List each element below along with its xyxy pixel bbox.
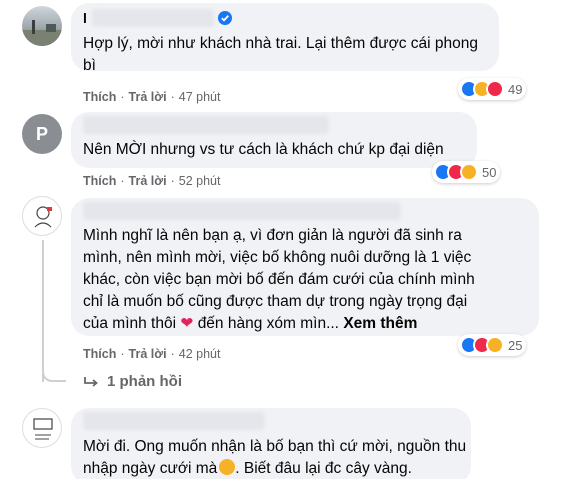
reaction-count: 25 — [508, 337, 523, 353]
commenter-name-redacted — [92, 9, 214, 27]
like-button[interactable]: Thích — [83, 174, 116, 188]
comment-actions: Thích · Trả lời · 42 phút — [83, 347, 220, 361]
comment-actions: Thích · Trả lời · 52 phút — [83, 174, 220, 188]
reply-button[interactable]: Trả lời — [129, 174, 167, 188]
commenter-name-initial[interactable]: l — [83, 7, 87, 29]
care-icon — [460, 163, 478, 181]
reply-button[interactable]: Trả lời — [129, 347, 167, 361]
thread-branch — [42, 368, 66, 382]
timestamp[interactable]: 47 phút — [179, 90, 221, 104]
like-button[interactable]: Thích — [83, 347, 116, 361]
avatar[interactable] — [22, 196, 62, 236]
separator: · — [170, 90, 175, 104]
love-icon — [486, 80, 504, 98]
see-more-link[interactable]: Xem thêm — [343, 315, 417, 332]
comment-text-line: chỉ là muốn bố cũng được tham dự trong n… — [83, 293, 468, 310]
separator: · — [170, 347, 175, 361]
replies-count-label: 1 phản hồi — [107, 373, 182, 390]
avatar[interactable] — [22, 6, 62, 46]
avatar-sketch-icon — [34, 206, 52, 228]
thread-line — [42, 240, 44, 382]
timestamp[interactable]: 52 phút — [179, 174, 221, 188]
avatar-photo-icon — [22, 20, 62, 46]
commenter-name-redacted — [83, 202, 401, 220]
reaction-summary[interactable]: 50 — [432, 161, 501, 183]
comment-text-segment: đến hàng xóm mìn... — [197, 315, 339, 332]
comment-text-last-line: của mình thôi ❤ đến hàng xóm mìn... Xem … — [83, 313, 417, 335]
comment-text-line: Nên MỜI nhưng vs tư cách là khách chứ kp… — [83, 141, 444, 158]
timestamp[interactable]: 42 phút — [179, 347, 221, 361]
avatar[interactable]: P — [22, 114, 62, 154]
comment-text-line: khác, còn việc bạn mời bố đến đám cưới c… — [83, 271, 475, 288]
reaction-summary[interactable]: 25 — [458, 334, 527, 356]
heart-emoji-icon: ❤ — [180, 315, 194, 332]
comment-text-last-line: nhập ngày cưới mà . Biết đâu lại đc cây v… — [83, 458, 412, 479]
care-icon — [486, 336, 504, 354]
comment-text-segment: của mình thôi — [83, 315, 177, 332]
reaction-count: 50 — [482, 164, 497, 180]
commenter-name-redacted — [83, 116, 329, 134]
separator: · — [120, 174, 125, 188]
like-button[interactable]: Thích — [83, 90, 116, 104]
reply-button[interactable]: Trả lời — [129, 90, 167, 104]
sad-emoji-icon — [219, 459, 236, 475]
commenter-name-redacted — [83, 412, 265, 430]
avatar-sketch-icon — [33, 418, 53, 440]
separator: · — [120, 347, 125, 361]
comment-text-line: Hợp lý, mời như khách nhà trai. Lại thêm… — [83, 35, 479, 52]
separator: · — [120, 90, 125, 104]
reply-arrow-icon — [84, 376, 98, 387]
reaction-summary[interactable]: 49 — [458, 78, 527, 100]
view-replies-button[interactable]: 1 phản hồi — [83, 373, 182, 390]
reaction-count: 49 — [508, 81, 523, 97]
comment-text-line: Mời đi. Ong muốn nhận là bố bạn thì cứ m… — [83, 438, 467, 455]
comment-text-segment: nhập ngày cưới mà — [83, 460, 218, 477]
avatar[interactable] — [22, 408, 62, 448]
separator: · — [170, 174, 175, 188]
comment-text-line: bì — [83, 57, 96, 74]
comment-text-segment: . Biết đâu lại đc cây vàng. — [235, 460, 412, 477]
comment-text-line: mình, nên mình mời, việc bố không nuôi d… — [83, 249, 472, 266]
avatar-letter: P — [35, 124, 48, 144]
verified-badge-icon — [218, 11, 232, 25]
comment-actions: Thích · Trả lời · 47 phút — [83, 90, 220, 104]
comment-text-line: Mình nghĩ là nên bạn ạ, vì đơn giản là n… — [83, 227, 462, 244]
